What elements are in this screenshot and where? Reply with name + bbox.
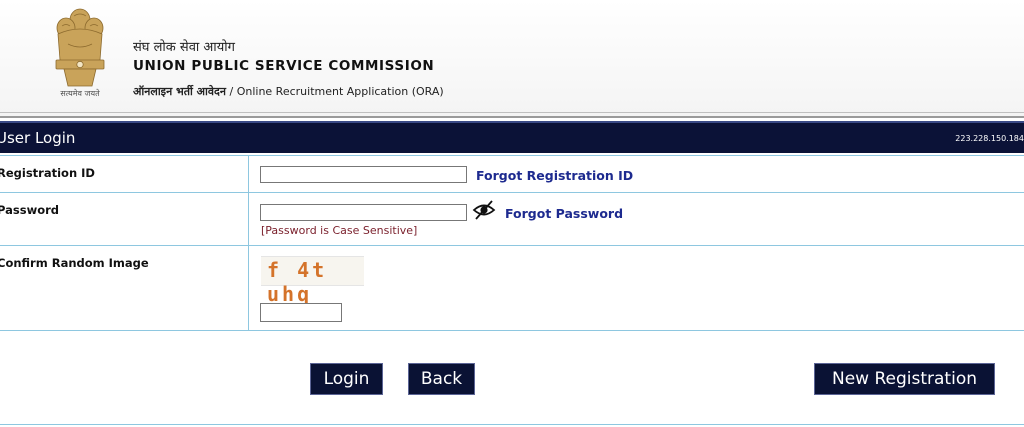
registration-id-label: Registration ID — [0, 166, 95, 180]
password-label: Password — [0, 203, 59, 217]
emblem-motto: सत्यमेव जयते — [60, 89, 100, 98]
captcha-text: f 4t uhq — [267, 258, 328, 306]
back-button[interactable]: Back — [408, 363, 475, 395]
registration-id-input[interactable] — [260, 166, 467, 183]
header-divider — [0, 112, 1024, 113]
password-case-hint: [Password is Case Sensitive] — [261, 224, 418, 237]
captcha-label: Confirm Random Image — [0, 256, 149, 270]
site-header: सत्यमेव जयते संघ लोक सेवा आयोग UNION PUB… — [0, 0, 1024, 118]
row-divider — [0, 155, 1024, 156]
login-button[interactable]: Login — [310, 363, 383, 395]
header-divider-bottom — [0, 116, 1024, 118]
forgot-registration-id-link[interactable]: Forgot Registration ID — [476, 168, 633, 183]
national-emblem-icon — [55, 8, 105, 87]
app-name-hindi: ऑनलाइन भर्ती आवेदन — [133, 85, 226, 98]
new-registration-button[interactable]: New Registration — [814, 363, 995, 395]
captcha-image: f 4t uhq — [261, 256, 364, 306]
password-input[interactable] — [260, 204, 467, 221]
row-divider — [0, 245, 1024, 246]
login-titlebar: User Login 223.228.150.184 — [0, 121, 1024, 153]
app-name-english: Online Recruitment Application (ORA) — [236, 85, 444, 98]
client-ip: 223.228.150.184 — [955, 134, 1024, 143]
org-name-hindi: संघ लोक सेवा आयोग — [133, 40, 235, 55]
app-name-separator: / — [226, 85, 237, 98]
captcha-input[interactable] — [260, 303, 342, 322]
row-divider — [0, 330, 1024, 331]
eye-icon[interactable] — [472, 199, 496, 221]
page-title: User Login — [0, 129, 76, 147]
app-name: ऑनलाइन भर्ती आवेदन / Online Recruitment … — [133, 84, 444, 99]
form-bottom-divider — [0, 424, 1024, 425]
forgot-password-link[interactable]: Forgot Password — [505, 206, 623, 221]
row-divider — [0, 192, 1024, 193]
column-divider — [248, 155, 249, 330]
org-name-english: UNION PUBLIC SERVICE COMMISSION — [133, 58, 435, 74]
